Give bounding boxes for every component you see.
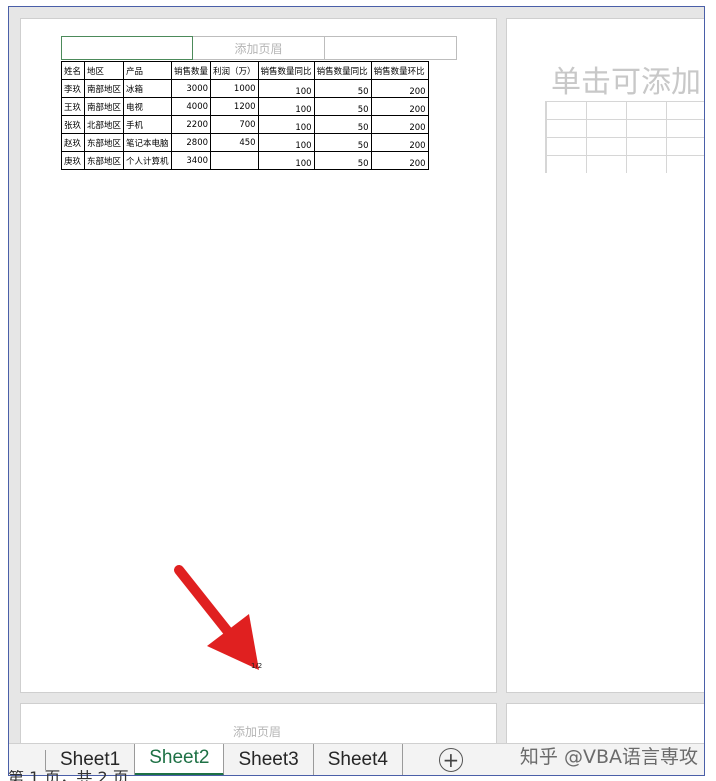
watermark: 知乎 @VBA语言専攻 bbox=[519, 746, 698, 768]
page-header: 添加页眉 bbox=[61, 36, 457, 60]
cell-sales-yoy-2[interactable]: 50 bbox=[313, 115, 372, 134]
cell-sales-yoy-2[interactable]: 50 bbox=[313, 151, 372, 170]
col-header-sales-yoy[interactable]: 销售数量同比 bbox=[257, 61, 315, 80]
cell-region[interactable]: 东部地区 bbox=[83, 133, 125, 152]
cell-sales-yoy-2[interactable]: 50 bbox=[313, 97, 372, 116]
cell-product[interactable]: 手机 bbox=[123, 115, 173, 134]
cell-name[interactable]: 张玖 bbox=[61, 115, 85, 134]
cell-sales-mom[interactable]: 200 bbox=[370, 151, 429, 170]
data-table: 姓名 地区 产品 销售数量 利润（万） 销售数量同比 销售数量同比 销售数量环比… bbox=[61, 61, 429, 170]
cell-sales-yoy[interactable]: 100 bbox=[257, 133, 315, 152]
cell-name[interactable]: 赵玖 bbox=[61, 133, 85, 152]
status-text: 第 1 页，共 2 页 bbox=[8, 770, 129, 781]
cell-profit[interactable]: 450 bbox=[210, 133, 259, 152]
red-arrow-icon bbox=[174, 565, 259, 670]
cell-region[interactable]: 北部地区 bbox=[83, 115, 125, 134]
cell-sales-yoy[interactable]: 100 bbox=[257, 115, 315, 134]
cell-name[interactable]: 李玖 bbox=[61, 79, 85, 98]
cell-region[interactable]: 南部地区 bbox=[83, 79, 125, 98]
cell-sales[interactable]: 3400 bbox=[171, 151, 212, 170]
cell-name[interactable]: 庚玖 bbox=[61, 151, 85, 170]
col-header-name[interactable]: 姓名 bbox=[61, 61, 85, 80]
table-header-row: 姓名 地区 产品 销售数量 利润（万） 销售数量同比 销售数量同比 销售数量环比 bbox=[61, 61, 429, 80]
header-center-cell[interactable]: 添加页眉 bbox=[193, 36, 325, 60]
header-right-cell[interactable] bbox=[325, 36, 457, 60]
cell-sales[interactable]: 4000 bbox=[171, 97, 212, 116]
col-header-sales[interactable]: 销售数量 bbox=[171, 61, 212, 80]
table-row: 赵玖 东部地区 笔记本电脑 2800 450 100 50 200 bbox=[61, 133, 429, 152]
cell-product[interactable]: 冰箱 bbox=[123, 79, 173, 98]
cell-sales[interactable]: 2200 bbox=[171, 115, 212, 134]
cell-region[interactable]: 南部地区 bbox=[83, 97, 125, 116]
print-page-1: 添加页眉 姓名 地区 产品 销售数量 利润（万） 销售数量同比 销售数量同比 销… bbox=[20, 18, 497, 693]
col-header-sales-mom[interactable]: 销售数量环比 bbox=[370, 61, 429, 80]
col-header-region[interactable]: 地区 bbox=[83, 61, 125, 80]
cell-sales-mom[interactable]: 200 bbox=[370, 133, 429, 152]
cell-product[interactable]: 笔记本电脑 bbox=[123, 133, 173, 152]
cell-region[interactable]: 东部地区 bbox=[83, 151, 125, 170]
cell-product[interactable]: 个人计算机 bbox=[123, 151, 173, 170]
cell-profit[interactable] bbox=[210, 151, 259, 170]
col-header-sales-yoy-2[interactable]: 销售数量同比 bbox=[313, 61, 372, 80]
print-page-2: 单击可添加 bbox=[506, 18, 704, 693]
cell-sales-mom[interactable]: 200 bbox=[370, 79, 429, 98]
cell-sales-yoy[interactable]: 100 bbox=[257, 97, 315, 116]
cell-product[interactable]: 电视 bbox=[123, 97, 173, 116]
empty-grid bbox=[545, 101, 704, 173]
table-row: 李玖 南部地区 冰箱 3000 1000 100 50 200 bbox=[61, 79, 429, 98]
col-header-product[interactable]: 产品 bbox=[123, 61, 173, 80]
col-header-profit[interactable]: 利润（万） bbox=[210, 61, 259, 80]
cell-name[interactable]: 王玖 bbox=[61, 97, 85, 116]
page-number: 1/2 bbox=[251, 662, 263, 670]
status-bar: 第 1 页，共 2 页 bbox=[0, 770, 716, 781]
cell-sales-yoy-2[interactable]: 50 bbox=[313, 79, 372, 98]
cell-sales-yoy-2[interactable]: 50 bbox=[313, 133, 372, 152]
cell-profit[interactable]: 1000 bbox=[210, 79, 259, 98]
cell-sales-mom[interactable]: 200 bbox=[370, 115, 429, 134]
table-row: 张玖 北部地区 手机 2200 700 100 50 200 bbox=[61, 115, 429, 134]
add-content-hint[interactable]: 单击可添加 bbox=[551, 57, 701, 101]
plus-circle-icon[interactable]: + bbox=[438, 747, 463, 772]
cell-sales-yoy[interactable]: 100 bbox=[257, 79, 315, 98]
footer-placeholder[interactable]: 添加页眉 bbox=[233, 723, 281, 740]
header-left-cell[interactable] bbox=[61, 36, 193, 60]
table-row: 王玖 南部地区 电视 4000 1200 100 50 200 bbox=[61, 97, 429, 116]
app-window: 添加页眉 姓名 地区 产品 销售数量 利润（万） 销售数量同比 销售数量同比 销… bbox=[8, 6, 705, 776]
cell-sales[interactable]: 3000 bbox=[171, 79, 212, 98]
cell-profit[interactable]: 1200 bbox=[210, 97, 259, 116]
cell-sales-yoy[interactable]: 100 bbox=[257, 151, 315, 170]
table-row: 庚玖 东部地区 个人计算机 3400 100 50 200 bbox=[61, 151, 429, 170]
cell-profit[interactable]: 700 bbox=[210, 115, 259, 134]
cell-sales[interactable]: 2800 bbox=[171, 133, 212, 152]
cell-sales-mom[interactable]: 200 bbox=[370, 97, 429, 116]
